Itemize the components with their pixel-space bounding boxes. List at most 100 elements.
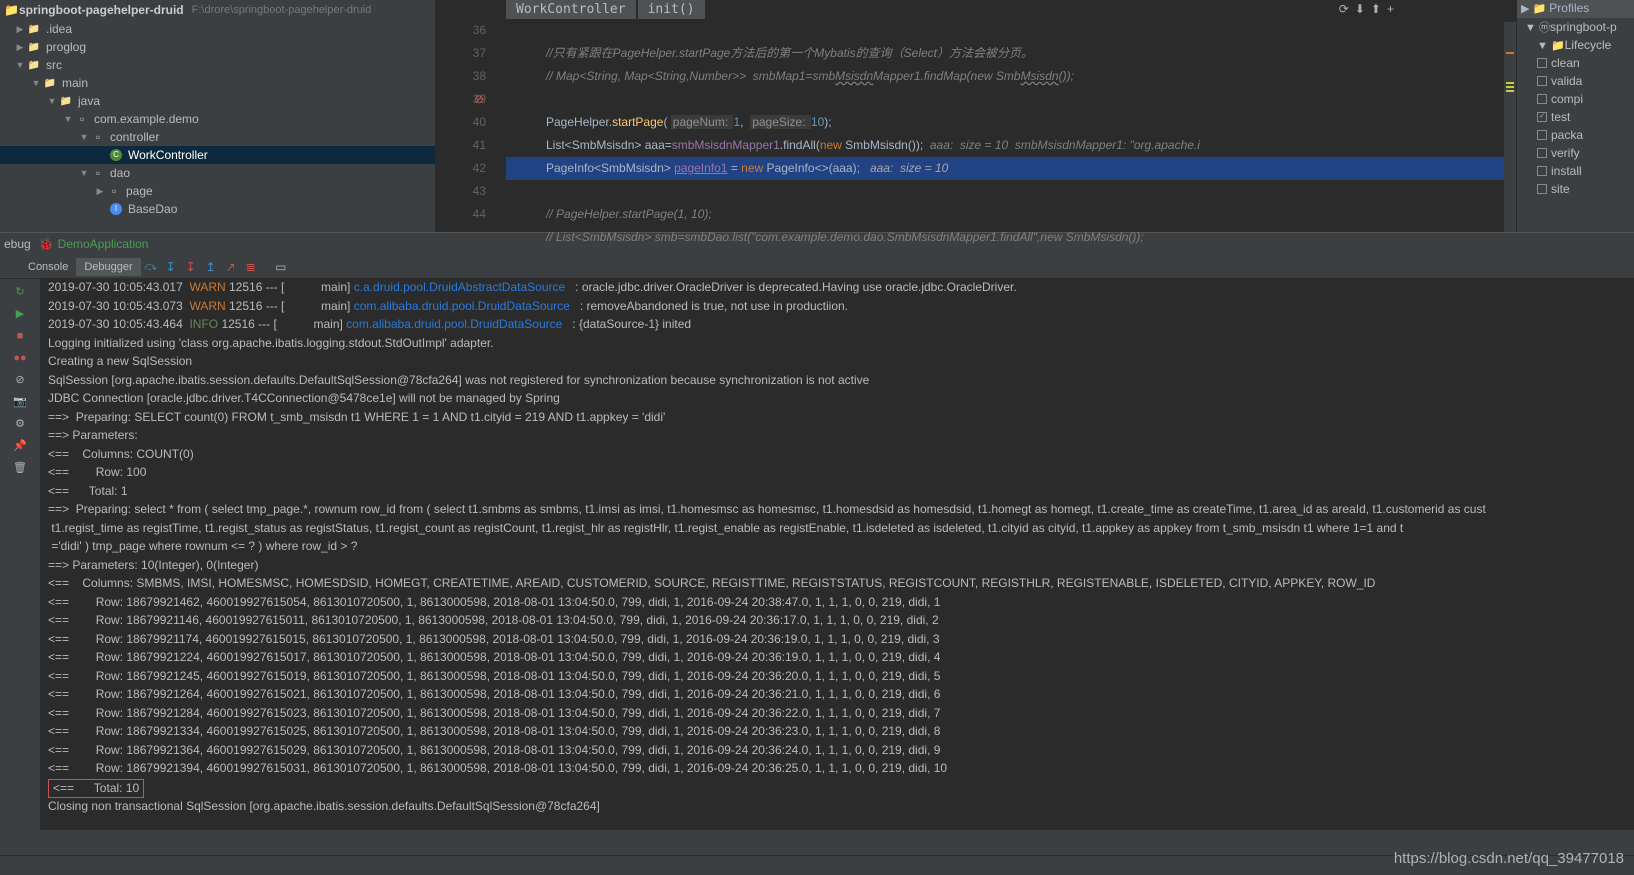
checkbox-icon[interactable] <box>1537 166 1547 176</box>
maven-profiles[interactable]: ▶ 📁 Profiles <box>1517 0 1634 18</box>
code-line <box>506 92 509 106</box>
tree-item-idea[interactable]: ▶.idea <box>0 20 435 38</box>
folder-icon <box>42 76 58 90</box>
folder-icon <box>26 58 42 72</box>
settings-icon[interactable]: ⚙ <box>10 414 30 434</box>
log-line: t1.regist_time as registTime, t1.regist_… <box>48 521 1403 535</box>
trash-icon[interactable]: 🗑 <box>10 458 30 478</box>
line-num: 43 <box>436 180 486 203</box>
log-row: <== Row: 18679921264, 460019927615021, 8… <box>48 687 940 701</box>
package-icon <box>90 166 106 180</box>
tree-item-controller[interactable]: ▼controller <box>0 128 435 146</box>
log-row: <== Row: 18679921245, 460019927615019, 8… <box>48 669 940 683</box>
pin-icon[interactable]: 📌 <box>10 436 30 456</box>
tree-item-src[interactable]: ▼src <box>0 56 435 74</box>
log-link[interactable]: c.a.druid.pool.DruidAbstractDataSource <box>354 280 565 294</box>
package-icon <box>106 184 122 198</box>
rerun-icon[interactable]: ↻ <box>10 282 30 302</box>
step-out-icon[interactable]: ↥ <box>201 257 221 277</box>
log-row: <== Row: 18679921224, 460019927615017, 8… <box>48 650 940 664</box>
line-num: 44 <box>436 203 486 226</box>
maven-install[interactable]: install <box>1517 162 1634 180</box>
upload-icon[interactable]: ⬆ <box>1371 2 1381 16</box>
force-step-icon[interactable]: ↧ <box>181 257 201 277</box>
checkbox-icon[interactable] <box>1537 130 1547 140</box>
breadcrumb-class[interactable]: WorkController <box>506 0 636 19</box>
tree-item-basedao[interactable]: IBaseDao <box>0 200 435 218</box>
tree-item-java[interactable]: ▼java <box>0 92 435 110</box>
run-to-cursor-icon[interactable]: ↗ <box>221 257 241 277</box>
label: Profiles <box>1549 1 1589 15</box>
checkbox-icon[interactable] <box>1537 58 1547 68</box>
code-body[interactable]: //只有紧跟在PageHelper.startPage方法后的第一个Mybati… <box>506 19 1516 249</box>
maven-root[interactable]: ▼ ⓜ springboot-p <box>1517 18 1634 36</box>
editor-scrollbar[interactable] <box>1504 22 1516 232</box>
maven-clean[interactable]: clean <box>1517 54 1634 72</box>
maven-verify[interactable]: verify <box>1517 144 1634 162</box>
tree-label: main <box>62 76 88 90</box>
tree-item-package[interactable]: ▼com.example.demo <box>0 110 435 128</box>
maven-site[interactable]: site <box>1517 180 1634 198</box>
log-line: <== Total: 1 <box>48 484 128 498</box>
add-icon[interactable]: + <box>1387 2 1394 16</box>
mute-breakpoints-icon[interactable]: ⊘ <box>10 370 30 390</box>
tree-label: java <box>78 94 100 108</box>
checkbox-icon[interactable] <box>1537 148 1547 158</box>
evaluate-icon[interactable]: ≣ <box>241 257 261 277</box>
code-seg: Msisdn <box>1021 69 1059 83</box>
sync-icon[interactable]: ⟳ <box>1339 2 1349 16</box>
download-icon[interactable]: ⬇ <box>1355 2 1365 16</box>
checkbox-icon[interactable] <box>1537 76 1547 86</box>
tree-item-proglog[interactable]: ▶proglog <box>0 38 435 56</box>
tab-console[interactable]: Console <box>20 258 76 276</box>
log-link[interactable]: com.alibaba.druid.pool.DruidDataSource <box>354 299 570 313</box>
code-line: PageHelper.startPage( pageNum: 1, pageSi… <box>506 115 832 129</box>
maven-panel[interactable]: ▶ 📁 Profiles ▼ ⓜ springboot-p ▼ 📁 Lifecy… <box>1516 0 1634 232</box>
folder-icon <box>58 94 74 108</box>
project-tree[interactable]: 📁 springboot-pagehelper-druid F:\drore\s… <box>0 0 436 232</box>
line-num: 38 <box>436 65 486 88</box>
breadcrumb-method[interactable]: init() <box>638 0 705 19</box>
project-header: 📁 springboot-pagehelper-druid F:\drore\s… <box>0 0 435 20</box>
checkbox-icon[interactable] <box>1537 94 1547 104</box>
maven-test[interactable]: ✓test <box>1517 108 1634 126</box>
maven-compile[interactable]: compi <box>1517 90 1634 108</box>
layout-icon[interactable]: ▭ <box>271 257 291 277</box>
step-into-icon[interactable]: ↧ <box>161 257 181 277</box>
log-line: ==> Preparing: select * from ( select tm… <box>48 502 1486 516</box>
camera-icon[interactable]: 📷 <box>10 392 30 412</box>
maven-lifecycle[interactable]: ▼ 📁 Lifecycle <box>1517 36 1634 54</box>
tree-item-dao[interactable]: ▼dao <box>0 164 435 182</box>
checkbox-icon[interactable] <box>1537 184 1547 194</box>
console-output[interactable]: 2019-07-30 10:05:43.017 WARN 12516 --- [… <box>40 279 1634 830</box>
label: Lifecycle <box>1565 38 1612 52</box>
checkbox-icon[interactable]: ✓ <box>1537 112 1547 122</box>
view-breakpoints-icon[interactable]: ●● <box>10 348 30 368</box>
label: compi <box>1551 92 1583 106</box>
debug-app-name: DemoApplication <box>58 237 149 251</box>
stop-icon[interactable]: ■ <box>10 326 30 346</box>
maven-package[interactable]: packa <box>1517 126 1634 144</box>
gutter[interactable]: 36 37 38 39⊘ 40 41 42 43 44 <box>436 19 506 249</box>
tree-label: BaseDao <box>128 202 177 216</box>
log-link[interactable]: com.alibaba.druid.pool.DruidDataSource <box>346 317 562 331</box>
step-over-icon[interactable]: ⤼ <box>141 257 161 277</box>
resume-icon[interactable]: ▶ <box>10 304 30 324</box>
tree-item-page[interactable]: ▶page <box>0 182 435 200</box>
log-line: <== Row: 100 <box>48 465 146 479</box>
label: valida <box>1551 74 1582 88</box>
folder-icon <box>26 40 42 54</box>
tree-label: src <box>46 58 62 72</box>
code-editor[interactable]: WorkController init() 36 37 38 39⊘ 40 41… <box>436 0 1516 232</box>
label: install <box>1551 164 1582 178</box>
tree-item-workcontroller[interactable]: C WorkController <box>0 146 435 164</box>
class-icon: C <box>108 148 124 162</box>
error-icon[interactable]: ⊘ <box>474 88 484 111</box>
maven-validate[interactable]: valida <box>1517 72 1634 90</box>
tab-debugger[interactable]: Debugger <box>76 258 140 276</box>
tree-item-main[interactable]: ▼main <box>0 74 435 92</box>
tree-label: WorkController <box>128 148 208 162</box>
log-ts: 2019-07-30 10:05:43.073 <box>48 299 189 313</box>
code-line-current: PageInfo<SmbMsisdn> pageInfo1 = new Page… <box>506 157 1516 180</box>
debug-label: ebug <box>4 237 31 251</box>
